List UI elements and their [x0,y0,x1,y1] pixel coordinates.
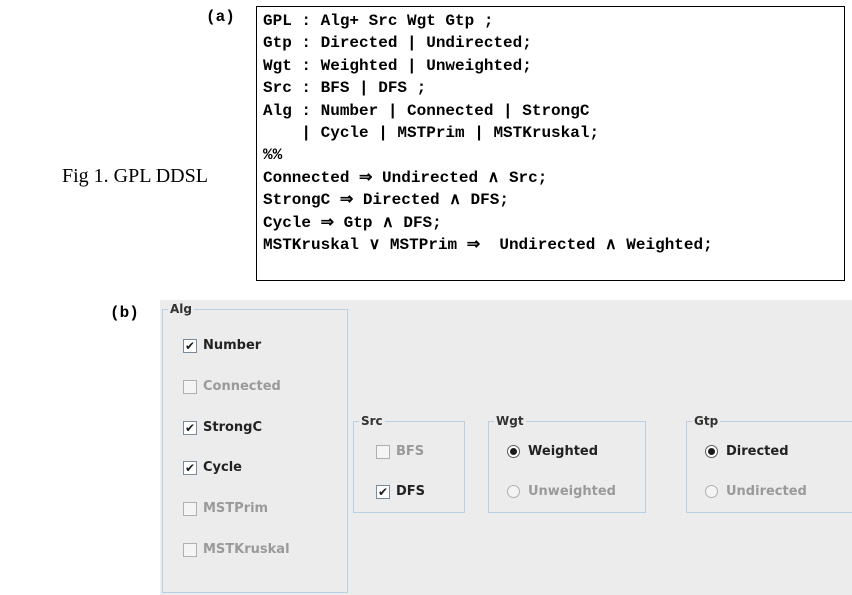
grammar-line: Wgt : Weighted | Unweighted; [263,56,532,75]
subfigure-label-b: (b) [110,304,139,322]
checkbox-checked-icon: ✔ [376,484,390,499]
src-group: Src ✔ BFS ✔ DFS [353,413,465,513]
grammar-line: %% [263,146,283,165]
checkbox-number[interactable]: ✔ Number [183,338,261,353]
alg-group-title: Alg [168,301,194,317]
radio-weighted[interactable]: Weighted [507,444,598,459]
grammar-line: Src : BFS | DFS ; [263,79,427,98]
checkbox-unchecked-icon: ✔ [183,542,197,557]
grammar-line: Connected ⇒ Undirected ∧ Src; [263,168,548,187]
radio-selected-icon [507,445,520,458]
checkbox-mstkruskal[interactable]: ✔ MSTKruskal [183,542,290,557]
radio-unselected-icon [705,485,718,498]
checkbox-label: Cycle [203,460,242,475]
wgt-group-title: Wgt [494,413,526,429]
checkbox-label: DFS [396,484,426,499]
grammar-line: | Cycle | MSTPrim | MSTKruskal; [263,123,600,142]
radio-label: Undirected [726,484,807,499]
radio-directed[interactable]: Directed [705,444,789,459]
checkbox-label: StrongC [203,420,263,435]
grammar-line: Alg : Number | Connected | StrongC [263,101,590,120]
checkbox-label: MSTKruskal [203,542,290,557]
checkbox-checked-icon: ✔ [183,338,197,353]
checkbox-dfs[interactable]: ✔ DFS [376,484,425,499]
wgt-group: Wgt Weighted Unweighted [488,413,646,513]
checkbox-unchecked-icon: ✔ [376,444,390,459]
radio-label: Weighted [528,444,599,459]
checkbox-unchecked-icon: ✔ [183,379,197,394]
grammar-line: GPL : Alg+ Src Wgt Gtp ; [263,12,494,30]
checkbox-label: Connected [203,379,281,394]
grammar-line: Cycle ⇒ Gtp ∧ DFS; [263,213,442,232]
grammar-listing: GPL : Alg+ Src Wgt Gtp ; Gtp : Directed … [256,6,845,281]
subfigure-label-a: (a) [206,8,235,26]
checkbox-mstprim[interactable]: ✔ MSTPrim [183,501,268,516]
checkbox-unchecked-icon: ✔ [183,501,197,516]
grammar-line: StrongC ⇒ Directed ∧ DFS; [263,191,509,210]
gtp-group: Gtp Directed Undirected [686,413,852,513]
configuration-panel: Alg ✔ Number ✔ Connected ✔ StrongC ✔ Cyc… [160,300,852,595]
radio-selected-icon [705,445,718,458]
radio-label: Unweighted [528,484,616,499]
checkbox-cycle[interactable]: ✔ Cycle [183,460,242,475]
checkbox-strongc[interactable]: ✔ StrongC [183,420,262,435]
checkbox-label: Number [203,338,262,353]
grammar-line: Gtp : Directed | Undirected; [263,34,532,53]
src-group-title: Src [359,413,385,429]
alg-group: Alg ✔ Number ✔ Connected ✔ StrongC ✔ Cyc… [162,301,348,593]
checkbox-connected[interactable]: ✔ Connected [183,379,281,394]
figure-caption: Fig 1. GPL DDSL [62,165,208,187]
radio-unweighted[interactable]: Unweighted [507,484,616,499]
checkbox-checked-icon: ✔ [183,420,197,435]
checkbox-label: MSTPrim [203,501,269,516]
grammar-line: MSTKruskal ∨ MSTPrim ⇒ Undirected ∧ Weig… [263,235,713,254]
radio-unselected-icon [507,485,520,498]
gtp-group-title: Gtp [692,413,721,429]
radio-undirected[interactable]: Undirected [705,484,807,499]
checkbox-checked-icon: ✔ [183,460,197,475]
checkbox-label: BFS [396,444,425,459]
radio-label: Directed [726,444,789,459]
checkbox-bfs[interactable]: ✔ BFS [376,444,424,459]
